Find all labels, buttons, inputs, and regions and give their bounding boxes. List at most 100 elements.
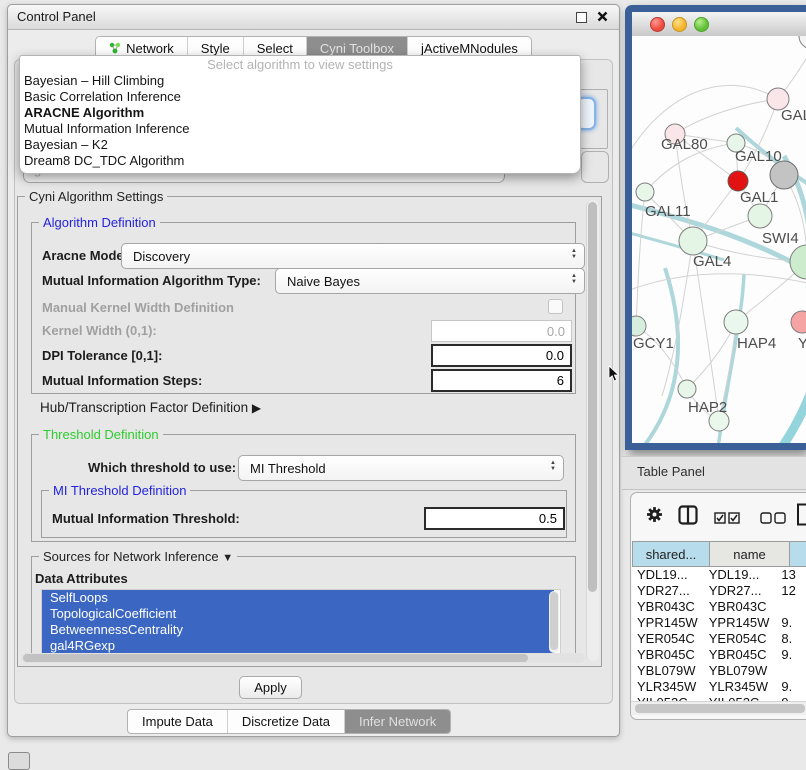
network-node-gal11[interactable] [636,183,654,201]
mi-steps-input[interactable] [431,369,572,392]
table-cell[interactable]: YPR145W [632,615,703,631]
table-cell[interactable]: 9. [775,679,806,695]
table-cell[interactable]: YBR045C [703,647,776,663]
group-title: Algorithm Definition [39,215,160,230]
aracne-mode-combobox[interactable]: Discovery ▲▼ [121,243,585,269]
dpi-tolerance-input[interactable] [431,344,572,367]
minimize-traffic-light-icon[interactable] [672,17,687,32]
table-row[interactable]: YBL079WYBL079W [632,663,806,679]
column-header-partial[interactable] [790,541,806,567]
list-vertical-scrollbar[interactable] [549,591,559,653]
network-node-gal1[interactable] [748,204,772,228]
scrollbar-thumb[interactable] [23,654,528,662]
network-node-salmon[interactable] [791,311,806,333]
settings-horizontal-scrollbar[interactable] [21,653,585,663]
table-row[interactable]: YDR27...YDR27...12 [632,583,806,599]
mi-threshold-input[interactable] [424,507,565,530]
network-node-gcy1[interactable] [632,316,646,336]
list-item[interactable]: gal4RGexp [42,638,554,654]
table-row[interactable]: YBR045CYBR045C9. [632,647,806,663]
table-cell[interactable]: YDL19... [703,567,776,583]
table-row[interactable]: YER054CYER054C8. [632,631,806,647]
algorithm-option[interactable]: Mutual Information Inference [20,121,580,137]
list-item[interactable]: SelfLoops [42,590,554,606]
algorithm-option[interactable]: Dream8 DC_TDC Algorithm [20,153,580,169]
close-traffic-light-icon[interactable] [650,17,665,32]
cyni-algorithm-settings-group: Cyni Algorithm Settings Algorithm Defini… [17,196,602,667]
scrollbar-thumb[interactable] [550,592,558,650]
table-cell[interactable]: 12 [775,583,806,599]
table-cell[interactable] [775,663,806,679]
table-cell[interactable]: YDR27... [703,583,776,599]
table-cell[interactable]: YLR345W [703,679,776,695]
which-threshold-combobox[interactable]: MI Threshold ▲▼ [238,455,564,481]
table-cell[interactable]: YDL19... [632,567,703,583]
columns-icon[interactable] [678,505,698,525]
algorithm-option[interactable]: Basic Correlation Inference [20,89,580,105]
network-node-big-green[interactable] [790,245,806,279]
table-row[interactable]: YDL19...YDL19...13 [632,567,806,583]
column-header-shared[interactable]: shared... [632,541,710,567]
network-node-hap2[interactable] [678,380,696,398]
table-cell[interactable]: YBR043C [703,599,776,615]
network-node-hap4[interactable] [724,310,748,334]
settings-vertical-scrollbar[interactable] [586,200,599,661]
hub-definition-expander[interactable]: Hub/Transcription Factor Definition ▶ [40,400,261,415]
close-icon[interactable] [597,11,608,22]
sources-group-title[interactable]: Sources for Network Inference ▼ [39,549,237,564]
table-row[interactable]: YLR345WYLR345W9. [632,679,806,695]
scrollbar-thumb[interactable] [635,704,805,713]
algorithm-option[interactable]: Bayesian – Hill Climbing [20,73,580,89]
table-cell[interactable]: YPR145W [703,615,776,631]
float-window-icon[interactable] [576,12,587,23]
table-cell[interactable]: 9. [775,615,806,631]
hub-definition-label: Hub/Transcription Factor Definition [40,400,248,415]
network-node-gray[interactable] [770,161,798,189]
table-cell[interactable]: 9. [775,647,806,663]
table-cell[interactable]: 13 [775,567,806,583]
table-cell[interactable]: 8. [775,631,806,647]
table-cell[interactable]: YBL079W [703,663,776,679]
algorithm-option[interactable]: Bayesian – K2 [20,137,580,153]
table-cell[interactable]: YBR045C [632,647,703,663]
control-panel-titlebar[interactable]: Control Panel [8,5,619,30]
zoom-traffic-light-icon[interactable] [694,17,709,32]
list-item[interactable]: TopologicalCoefficient [42,606,554,622]
network-node-gal4[interactable] [679,227,707,255]
network-window-titlebar[interactable] [632,12,806,37]
table-cell[interactable]: YLR345W [632,679,703,695]
mi-algorithm-type-combobox[interactable]: Naive Bayes ▲▼ [275,268,585,294]
table-cell[interactable]: YBR043C [632,599,703,615]
algorithm-option-selected[interactable]: ARACNE Algorithm [20,105,580,121]
tab-label: Style [201,41,230,56]
node-label: GAL [781,107,806,124]
node-label: HAP2 [688,399,727,416]
table-row[interactable]: YBR043CYBR043C [632,599,806,615]
list-item[interactable]: BetweennessCentrality [42,622,554,638]
table-panel-titlebar: Table Panel [622,456,806,490]
table-cell[interactable]: YER054C [632,631,703,647]
unchecked-boxes-icon[interactable] [760,512,786,524]
tab-impute-data[interactable]: Impute Data [128,710,227,733]
table-row[interactable]: YPR145WYPR145W9. [632,615,806,631]
tab-discretize-data[interactable]: Discretize Data [227,710,344,733]
apply-button[interactable]: Apply [239,676,302,699]
scrollbar-thumb[interactable] [588,202,597,592]
network-view-window: GAL GAL80 GAL10 GAL1 GAL11 SWI4 GAL4 GCY… [625,5,806,450]
table-horizontal-scrollbar[interactable] [631,701,806,715]
gear-icon[interactable] [646,506,663,523]
table-cell[interactable] [775,599,806,615]
network-node[interactable] [799,36,806,49]
column-header-name[interactable]: name [710,541,790,567]
table-cell[interactable]: YBL079W [632,663,703,679]
tab-infer-network[interactable]: Infer Network [344,710,450,733]
network-canvas[interactable]: GAL GAL80 GAL10 GAL1 GAL11 SWI4 GAL4 GCY… [632,36,806,443]
panel-corner-button[interactable] [8,752,30,770]
combobox-arrows-icon: ▲▼ [571,273,577,285]
network-node-red[interactable] [728,171,748,191]
table-cell[interactable]: YDR27... [632,583,703,599]
checked-boxes-icon[interactable] [714,512,740,524]
combobox-value: Discovery [133,249,190,264]
document-icon[interactable] [796,503,806,526]
table-cell[interactable]: YER054C [703,631,776,647]
